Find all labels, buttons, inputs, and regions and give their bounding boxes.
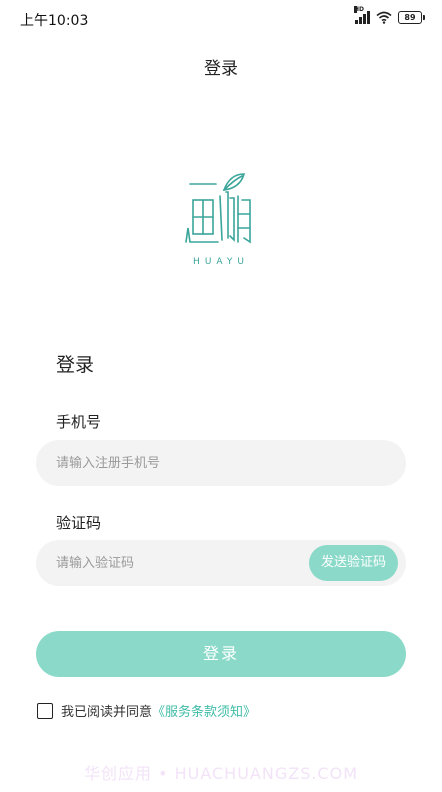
wifi-icon: [376, 11, 392, 24]
watermark: 华创应用 • HUACHUANGZS.COM: [83, 764, 359, 783]
hd-label: HD: [354, 6, 365, 13]
code-label: 验证码: [56, 514, 102, 532]
status-icons: HD 89: [354, 6, 425, 24]
status-time: 上午10:03: [20, 13, 89, 29]
logo-text: HUAYU: [193, 257, 249, 267]
agree-checkbox[interactable]: [37, 702, 53, 719]
form-heading: 登录: [56, 354, 95, 376]
code-field[interactable]: 发送验证码: [36, 540, 406, 586]
send-code-button[interactable]: 发送验证码: [308, 545, 398, 581]
battery-icon: 89: [398, 10, 425, 24]
login-button[interactable]: 登录: [36, 631, 406, 677]
agreement-row: 我已阅读并同意 《服务条款须知》: [37, 701, 256, 720]
status-bar: 上午10:03 HD 89: [0, 0, 442, 38]
huayu-logo: [185, 173, 251, 244]
phone-label: 手机号: [56, 413, 102, 431]
page-title: 登录: [204, 59, 238, 79]
agreement-text: 我已阅读并同意: [61, 705, 153, 720]
signal-icon: HD: [354, 6, 370, 24]
phone-field[interactable]: [36, 440, 406, 486]
phone-input[interactable]: [56, 440, 386, 486]
terms-link[interactable]: 《服务条款须知》: [152, 701, 256, 720]
code-input[interactable]: [56, 540, 296, 586]
